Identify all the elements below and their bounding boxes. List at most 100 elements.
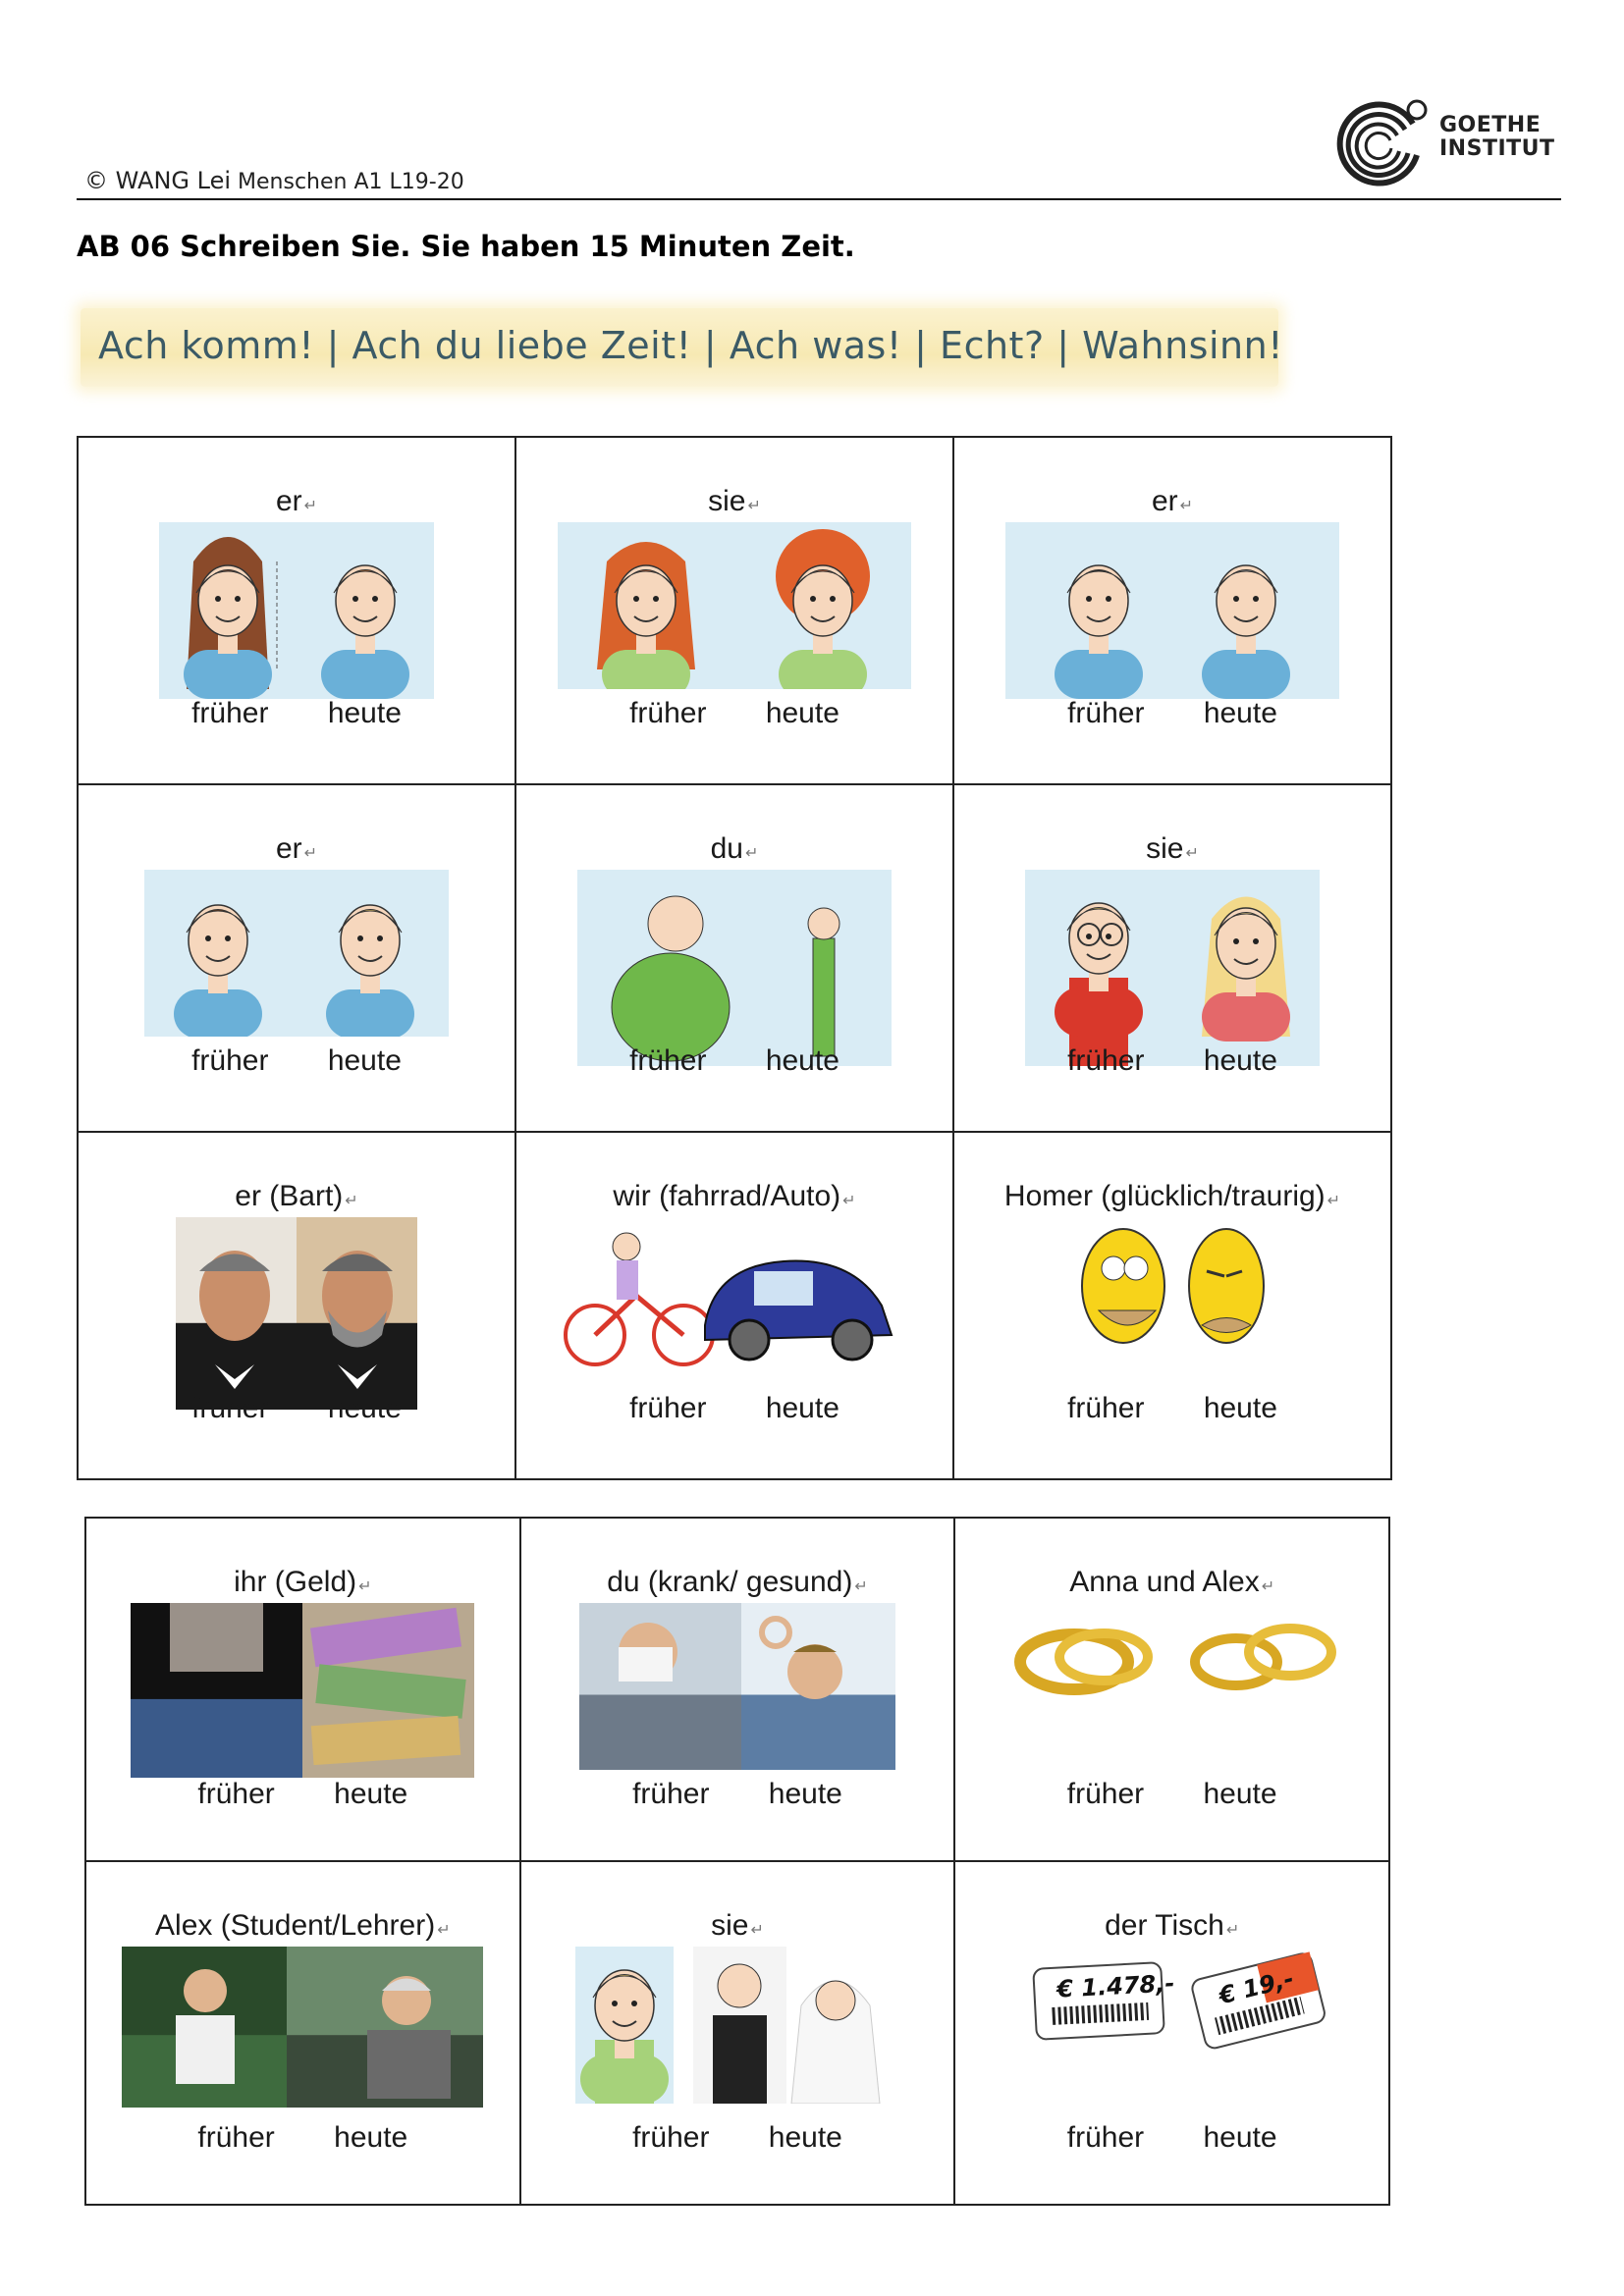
label-now: heute [327, 697, 402, 729]
copyright: © WANG Lei [84, 167, 232, 194]
cell-title: Anna und Alex ↵ [955, 1566, 1388, 1599]
exercise-cell: du ↵ früher heute [514, 783, 954, 1133]
exercise-cell: der Tisch ↵ € 1.478,- € 19,- früher heute [953, 1860, 1390, 2206]
cell-title-text: sie [1146, 832, 1184, 865]
exercise-cell: er ↵ früher heute [77, 436, 516, 785]
exercise-cell: Homer (glücklich/traurig) ↵ früher heute [952, 1131, 1392, 1480]
grid-row: er (Bart) ↵ früher heute wir (fahrrad/Aut… [77, 1131, 1392, 1480]
cell-picture-bike-car [558, 1217, 911, 1374]
cell-labels: früher heute [521, 2121, 954, 2155]
paragraph-mark: ↵ [1261, 1578, 1275, 1595]
cell-title-text: er [275, 832, 302, 865]
exercise-cell-content: er ↵ früher heute [954, 438, 1390, 783]
paragraph-mark: ↵ [750, 1922, 764, 1939]
label-now: heute [768, 2121, 842, 2154]
goethe-logo-icon [1336, 99, 1428, 187]
label-before: früher [1066, 2121, 1145, 2154]
paragraph-mark: ↵ [1326, 1193, 1341, 1209]
label-before: früher [1067, 1392, 1145, 1424]
cell-title-text: Homer (glücklich/traurig) [1003, 1180, 1326, 1212]
grid-row: er ↵ früher heute [77, 783, 1392, 1133]
page-header: © WANG Lei Menschen A1 L19-20 GOETHE INS… [77, 94, 1561, 200]
label-before: früher [191, 1392, 269, 1424]
cell-title: Homer (glücklich/traurig) ↵ [954, 1180, 1390, 1213]
cell-picture-dark-grey-hair [1005, 522, 1339, 699]
exercise-cell: Anna und Alex ↵ früher heute [953, 1517, 1390, 1862]
exercise-cell-content: ihr (Geld) ↵ früher heute [86, 1519, 519, 1860]
cell-title-text: sie [708, 485, 746, 517]
exercise-cell-content: Alex (Student/Lehrer) ↵ früher heute [86, 1862, 519, 2204]
grid-row: Alex (Student/Lehrer) ↵ früher heute sie ↵ [84, 1860, 1390, 2206]
label-before: früher [629, 697, 707, 729]
label-now: heute [1203, 1044, 1277, 1077]
cell-title: er ↵ [79, 832, 514, 866]
cell-title: er ↵ [954, 485, 1390, 518]
exercise-cell: sie ↵ früher heute [514, 436, 954, 785]
cell-labels: früher heute [521, 1778, 954, 1811]
cell-title-text: er [1151, 485, 1178, 517]
cell-title-text: der Tisch [1105, 1909, 1224, 1942]
cell-labels: früher heute [516, 1392, 952, 1425]
label-now: heute [768, 1778, 842, 1810]
header-divider [77, 198, 1561, 200]
cell-labels: früher heute [86, 1778, 519, 1811]
cell-labels: früher heute [955, 1778, 1388, 1811]
exercise-cell: sie ↵ früher heute [952, 783, 1392, 1133]
label-now: heute [765, 697, 839, 729]
cell-title-text: Anna und Alex [1069, 1566, 1260, 1598]
label-before: früher [629, 1044, 707, 1077]
cell-title: ihr (Geld) ↵ [86, 1566, 519, 1599]
cell-title-text: wir (fahrrad/Auto) [613, 1180, 841, 1212]
exercise-cell-content: Anna und Alex ↵ früher heute [955, 1519, 1388, 1860]
cell-picture-wedding [574, 1947, 899, 2104]
paragraph-mark: ↵ [345, 1193, 358, 1209]
cell-title-text: du [710, 832, 743, 865]
exercise-cell-content: er (Bart) ↵ früher heute [79, 1133, 514, 1478]
paragraph-mark: ↵ [303, 845, 318, 862]
grid-row: er ↵ früher heute [77, 436, 1392, 785]
cell-picture-sick-healthy [578, 1603, 895, 1770]
exercise-cell-content: er ↵ früher heute [79, 438, 514, 783]
label-before: früher [191, 697, 269, 729]
paragraph-mark: ↵ [842, 1193, 856, 1209]
grid-row: ihr (Geld) ↵ früher heute du (krank/ gesu… [84, 1517, 1390, 1862]
cell-labels: früher heute [79, 1392, 514, 1425]
exercise-cell: wir (fahrrad/Auto) ↵ früher heute [514, 1131, 954, 1480]
exercise-cell-content: er ↵ früher heute [79, 785, 514, 1131]
label-now: heute [327, 1044, 402, 1077]
exercise-cell-content: der Tisch ↵ € 1.478,- € 19,- früher heute [955, 1862, 1388, 2204]
cell-title: der Tisch ↵ [955, 1909, 1388, 1943]
label-before: früher [1067, 1044, 1145, 1077]
cell-labels: früher heute [954, 697, 1390, 730]
exercise-cell-content: du ↵ früher heute [516, 785, 952, 1131]
cell-labels: früher heute [954, 1044, 1390, 1078]
exercise-cell-content: Homer (glücklich/traurig) ↵ früher heute [954, 1133, 1390, 1478]
cell-labels: früher heute [79, 1044, 514, 1078]
cell-title: sie ↵ [516, 485, 952, 518]
logo-line2: INSTITUT [1439, 136, 1555, 161]
exercise-cell: er (Bart) ↵ früher heute [77, 1131, 516, 1480]
cell-title-text: er [275, 485, 302, 517]
exercise-cell-content: sie ↵ früher heute [954, 785, 1390, 1131]
cell-title: Alex (Student/Lehrer) ↵ [86, 1909, 519, 1943]
expressions-text: Ach komm! | Ach du liebe Zeit! | Ach was… [98, 324, 1283, 367]
paragraph-mark: ↵ [358, 1578, 372, 1595]
cell-labels: früher heute [954, 1392, 1390, 1425]
label-before: früher [197, 1778, 275, 1810]
label-now: heute [327, 1392, 402, 1424]
cell-labels: früher heute [516, 1044, 952, 1078]
cell-labels: früher heute [955, 2121, 1388, 2155]
cell-picture-price-tags: € 1.478,- € 19,- [1010, 1947, 1334, 2055]
cell-title-text: Alex (Student/Lehrer) [155, 1909, 436, 1942]
cell-title: wir (fahrrad/Auto) ↵ [516, 1180, 952, 1213]
cell-title-text: er (Bart) [235, 1180, 344, 1212]
paragraph-mark: ↵ [303, 498, 318, 514]
label-before: früher [191, 1044, 269, 1077]
cell-labels: früher heute [86, 2121, 519, 2155]
cell-picture-student-teacher [122, 1947, 484, 2108]
label-now: heute [765, 1044, 839, 1077]
exercise-cell: sie ↵ früher heute [518, 1860, 956, 2206]
label-before: früher [632, 2121, 710, 2154]
paragraph-mark: ↵ [1185, 845, 1199, 862]
label-before: früher [629, 1392, 707, 1424]
